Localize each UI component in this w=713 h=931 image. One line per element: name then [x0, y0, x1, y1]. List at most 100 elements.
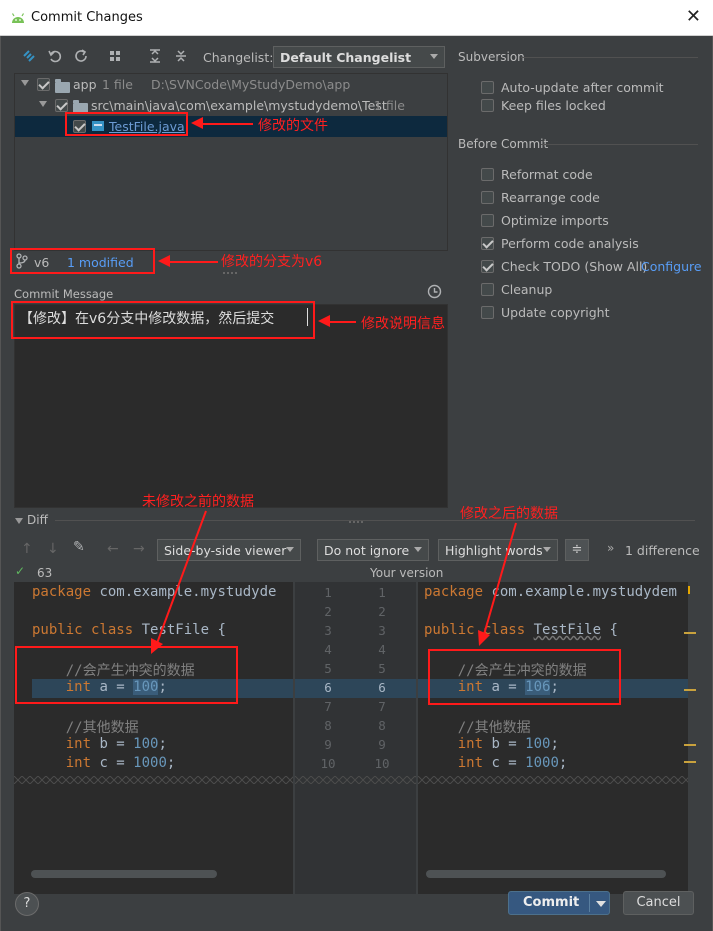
right-line-number: 10 [374, 756, 390, 771]
dialog-body: Changelist: Default Changelist app 1 fil… [0, 36, 713, 931]
right-revision-header: Your version [370, 566, 444, 580]
module-folder-icon [55, 79, 70, 93]
expand-arrow-icon[interactable] [39, 101, 47, 107]
changelist-dropdown[interactable]: Default Changelist [273, 46, 445, 68]
changed-files-tree[interactable]: app 1 file D:\SVNCode\MyStudyDemo\app sr… [14, 73, 448, 251]
module-file-count: 1 file [102, 77, 133, 92]
collapsed-region[interactable] [418, 776, 688, 784]
annotation-box-branch [10, 248, 155, 274]
arrow-down-icon[interactable]: ↓ [47, 541, 59, 557]
code-line: int c = 1000; [457, 755, 568, 771]
module-checkbox[interactable] [37, 78, 50, 91]
expand-arrow-icon[interactable] [21, 80, 29, 86]
configure-link[interactable]: Configure [641, 259, 702, 274]
ignore-value: Do not ignore [324, 543, 410, 558]
collapse-unchanged-icon[interactable]: ≑ [565, 539, 589, 561]
splitter-grip[interactable] [223, 272, 237, 275]
double-chevron-icon[interactable]: » [607, 541, 614, 555]
package-checkbox[interactable] [55, 99, 68, 112]
history-clock-icon[interactable] [427, 284, 442, 299]
collapsed-region[interactable] [14, 776, 293, 784]
checkbox[interactable] [481, 283, 494, 296]
code-line: //其他数据 [32, 720, 139, 736]
package-name: src\main\java\com\example\mystudydemo\Te… [91, 98, 387, 113]
collapse-all-icon[interactable] [173, 48, 189, 64]
arrow-left-icon[interactable]: ← [107, 541, 119, 557]
help-button[interactable]: ? [15, 892, 39, 916]
left-line-number: 8 [324, 718, 332, 733]
left-line-number: 2 [324, 604, 332, 619]
option-label: Keep files locked [501, 98, 606, 113]
annotation-box-file [65, 112, 188, 136]
tree-row-module[interactable]: app 1 file D:\SVNCode\MyStudyDemo\app [15, 74, 447, 95]
right-line-number: 5 [378, 661, 386, 676]
option-label: Reformat code [501, 167, 593, 182]
undo-icon[interactable] [47, 48, 63, 64]
edit-pencil-icon[interactable]: ✎ [73, 539, 85, 555]
right-scroll-stripe[interactable] [690, 582, 697, 894]
right-line-number: 1 [378, 585, 386, 600]
annotation-box-after [428, 649, 621, 705]
left-line-number: 6 [324, 680, 332, 695]
chevron-down-icon[interactable] [596, 901, 606, 907]
annotation-arrow-before [151, 510, 207, 654]
ignore-whitespace-dropdown[interactable]: Do not ignore [317, 539, 429, 561]
checkbox[interactable] [481, 306, 494, 319]
left-line-number: 1 [324, 585, 332, 600]
expand-all-icon[interactable] [147, 48, 163, 64]
refresh-changes-icon[interactable] [73, 48, 89, 64]
collapsed-region[interactable] [295, 776, 416, 784]
left-check-icon: ✓ [15, 564, 26, 578]
close-icon[interactable]: ✕ [686, 6, 701, 27]
difference-count: 1 difference [625, 543, 700, 558]
right-line-number: 3 [378, 623, 386, 638]
changelist-label: Changelist: [203, 50, 274, 65]
group-by-icon[interactable] [107, 48, 123, 64]
left-line-number: 4 [324, 642, 332, 657]
module-name: app [73, 77, 97, 92]
right-editor[interactable]: package com.example.mystudydem public cl… [418, 582, 688, 894]
annotation-message: 修改说明信息 [361, 316, 445, 332]
code-line: int c = 1000; [65, 755, 176, 771]
splitter-grip[interactable] [349, 521, 363, 524]
code-line: //其他数据 [424, 720, 531, 736]
separator [521, 57, 698, 58]
code-line: package com.example.mystudydem [424, 584, 677, 600]
option-label: Optimize imports [501, 213, 609, 228]
option-label: Perform code analysis [501, 236, 639, 251]
title-bar: Commit Changes ✕ [0, 0, 713, 36]
right-h-scrollbar[interactable] [426, 870, 666, 878]
commit-label: Commit [523, 895, 580, 910]
checkbox[interactable] [481, 191, 494, 204]
package-file-count: 1 file [374, 98, 405, 113]
right-line-number: 4 [378, 642, 386, 657]
annotation-arrow-after [478, 522, 517, 646]
commit-split-divider [589, 894, 590, 912]
diff-title: Diff [27, 513, 48, 527]
chevron-down-icon [414, 547, 422, 552]
refresh-icon[interactable] [21, 48, 37, 64]
left-line-number: 3 [324, 623, 332, 638]
annotation-box-message [11, 301, 315, 339]
checkbox[interactable] [481, 237, 494, 250]
commit-message-label: Commit Message [14, 287, 114, 301]
checkbox[interactable] [481, 99, 494, 112]
right-line-number: 7 [378, 699, 386, 714]
option-label: Rearrange code [501, 190, 600, 205]
checkbox[interactable] [481, 260, 494, 273]
line-number-gutter: 1 2 3 4 5 6 7 8 9 10 1 2 3 4 5 6 7 8 9 1… [295, 582, 416, 894]
chevron-down-icon [430, 54, 438, 59]
android-icon [11, 13, 25, 23]
warning-marker [684, 761, 696, 763]
left-h-scrollbar[interactable] [31, 870, 217, 878]
commit-button[interactable]: Commit [508, 891, 610, 915]
collapse-diff-icon[interactable] [15, 518, 23, 524]
right-line-number: 6 [378, 680, 386, 695]
right-line-number: 2 [378, 604, 386, 619]
arrow-up-icon[interactable]: ↑ [21, 541, 33, 557]
code-line: int b = 100; [457, 736, 559, 752]
checkbox[interactable] [481, 168, 494, 181]
checkbox[interactable] [481, 81, 494, 94]
checkbox[interactable] [481, 214, 494, 227]
cancel-button[interactable]: Cancel [623, 891, 694, 915]
